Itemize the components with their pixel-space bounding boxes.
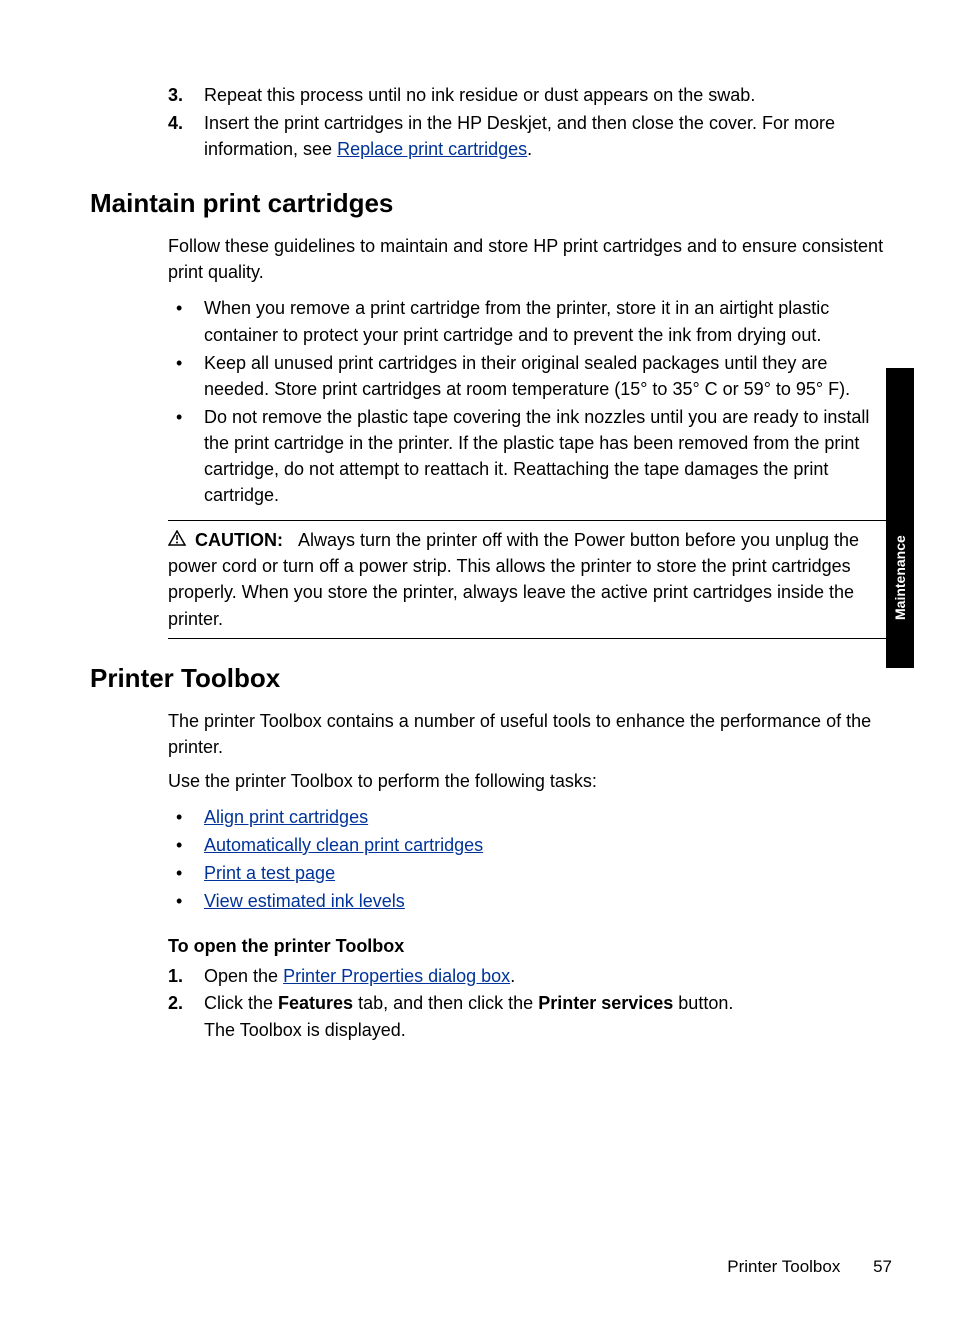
step-number: 3. [168,82,183,108]
toolbox-links: Align print cartridges Automatically cle… [168,804,894,914]
subhead-open-toolbox: To open the printer Toolbox [168,936,894,957]
step-1: 1. Open the Printer Properties dialog bo… [168,963,894,990]
step-result: The Toolbox is displayed. [204,1017,894,1044]
side-tab: Maintenance [886,368,914,668]
step-3: 3. Repeat this process until no ink resi… [168,82,894,108]
step-text-part: Open the [204,966,283,986]
maintain-bullets: When you remove a print cartridge from t… [168,295,894,508]
link-ink-levels[interactable]: View estimated ink levels [204,891,405,911]
bold-printer-services: Printer services [538,993,673,1013]
bullet-item: Keep all unused print cartridges in thei… [168,350,894,402]
link-test-page[interactable]: Print a test page [204,863,335,883]
intro-block: Follow these guidelines to maintain and … [168,233,894,285]
side-tab-label: Maintenance [892,540,908,620]
document-page: 3. Repeat this process until no ink resi… [0,0,954,1084]
step-number: 2. [168,990,183,1017]
step-text-part: button. [673,993,733,1013]
continued-steps-list: 3. Repeat this process until no ink resi… [168,82,894,162]
list-item: View estimated ink levels [168,888,894,914]
bullet-item: When you remove a print cartridge from t… [168,295,894,347]
para: Use the printer Toolbox to perform the f… [168,768,894,794]
step-2: 2. Click the Features tab, and then clic… [168,990,894,1044]
link-align-cartridges[interactable]: Align print cartridges [204,807,368,827]
open-toolbox-steps: 1. Open the Printer Properties dialog bo… [168,963,894,1044]
caution-box: CAUTION: Always turn the printer off wit… [168,520,894,638]
step-text-part: tab, and then click the [353,993,538,1013]
list-item: Automatically clean print cartridges [168,832,894,858]
intro-text: Follow these guidelines to maintain and … [168,233,894,285]
heading-printer-toolbox: Printer Toolbox [90,663,894,694]
footer-title: Printer Toolbox [727,1257,840,1276]
toolbox-intro: The printer Toolbox contains a number of… [168,708,894,794]
step-text: Repeat this process until no ink residue… [204,85,755,105]
step-number: 1. [168,963,183,990]
step-text-part: . [510,966,515,986]
step-number: 4. [168,110,183,136]
link-printer-properties[interactable]: Printer Properties dialog box [283,966,510,986]
caution-label: CAUTION: [195,530,283,550]
list-item: Print a test page [168,860,894,886]
step-text-part: Click the [204,993,278,1013]
list-item: Align print cartridges [168,804,894,830]
step-4: 4. Insert the print cartridges in the HP… [168,110,894,162]
bold-features: Features [278,993,353,1013]
page-number: 57 [873,1257,892,1276]
caution-icon [168,527,186,553]
link-replace-cartridges[interactable]: Replace print cartridges [337,139,527,159]
link-clean-cartridges[interactable]: Automatically clean print cartridges [204,835,483,855]
page-footer: Printer Toolbox 57 [727,1257,892,1277]
heading-maintain-cartridges: Maintain print cartridges [90,188,894,219]
step-text-part: . [527,139,532,159]
para: The printer Toolbox contains a number of… [168,708,894,760]
bullet-item: Do not remove the plastic tape covering … [168,404,894,508]
